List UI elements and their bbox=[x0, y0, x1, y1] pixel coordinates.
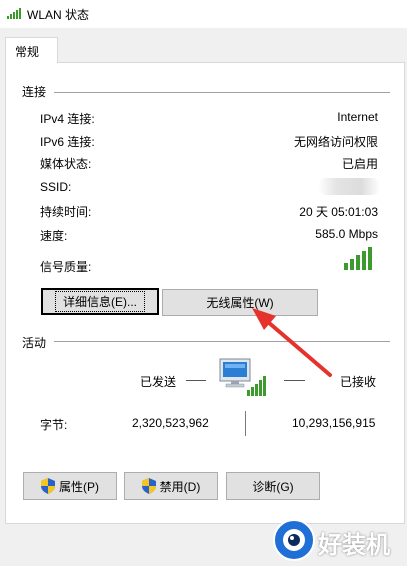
wireless-properties-button-label: 无线属性(W) bbox=[206, 296, 274, 310]
connection-section-label: 连接 bbox=[22, 85, 47, 99]
signal-bar bbox=[362, 251, 366, 270]
signal-bars-icon bbox=[344, 247, 372, 270]
signal-quality-label: 信号质量: bbox=[40, 260, 92, 274]
properties-button-label: 属性(P) bbox=[59, 479, 99, 494]
wireless-properties-button[interactable]: 无线属性(W) bbox=[162, 289, 318, 316]
uac-shield-icon bbox=[141, 478, 156, 494]
diagnose-button[interactable]: 诊断(G) bbox=[226, 472, 320, 500]
tab-general-label: 常规 bbox=[15, 45, 40, 59]
ssid-label: SSID: bbox=[40, 180, 72, 194]
received-connector-line bbox=[284, 380, 305, 381]
speed-label: 速度: bbox=[40, 229, 68, 243]
duration-value: 20 天 05:01:03 bbox=[299, 205, 378, 219]
signal-bar bbox=[368, 247, 372, 270]
signal-bar bbox=[356, 255, 360, 270]
ipv4-value: Internet bbox=[337, 110, 378, 124]
connection-divider bbox=[54, 92, 390, 93]
uac-shield-icon bbox=[41, 478, 55, 494]
media-state-label: 媒体状态: bbox=[40, 157, 92, 171]
activity-section-label: 活动 bbox=[22, 336, 47, 350]
diagnose-button-label: 诊断(G) bbox=[252, 479, 294, 494]
disable-button-label: 禁用(D) bbox=[159, 479, 201, 494]
bytes-received-value: 10,293,156,915 bbox=[292, 416, 376, 430]
details-button-label: 详细信息(E)... bbox=[55, 291, 145, 312]
speed-value: 585.0 Mbps bbox=[315, 227, 378, 241]
ipv4-label: IPv4 连接: bbox=[40, 112, 95, 126]
received-label: 已接收 bbox=[340, 375, 377, 389]
bytes-divider bbox=[245, 411, 246, 436]
properties-button[interactable]: 属性(P) bbox=[23, 472, 117, 500]
network-computer-icon bbox=[219, 358, 266, 396]
bytes-label: 字节: bbox=[40, 418, 68, 432]
tab-general[interactable]: 常规 bbox=[5, 37, 58, 63]
sent-label: 已发送 bbox=[140, 375, 177, 389]
watermark-logo-icon bbox=[273, 519, 315, 561]
signal-bar bbox=[350, 259, 354, 270]
title-bar: WLAN 状态 bbox=[0, 0, 407, 28]
media-state-value: 已启用 bbox=[341, 157, 378, 171]
watermark: 好装机 bbox=[268, 514, 407, 566]
window-title: WLAN 状态 bbox=[27, 8, 90, 22]
ipv6-value: 无网络访问权限 bbox=[293, 135, 378, 149]
ipv6-label: IPv6 连接: bbox=[40, 135, 95, 149]
bytes-sent-value: 2,320,523,962 bbox=[132, 416, 209, 430]
details-button[interactable]: 详细信息(E)... bbox=[41, 288, 159, 315]
activity-divider bbox=[54, 341, 390, 342]
ssid-value-blurred bbox=[318, 178, 380, 195]
signal-bar bbox=[344, 263, 348, 270]
sent-connector-line bbox=[186, 380, 206, 381]
wifi-signal-icon bbox=[7, 6, 21, 23]
watermark-text: 好装机 bbox=[318, 531, 390, 559]
duration-label: 持续时间: bbox=[40, 205, 92, 219]
disable-button[interactable]: 禁用(D) bbox=[124, 472, 218, 500]
